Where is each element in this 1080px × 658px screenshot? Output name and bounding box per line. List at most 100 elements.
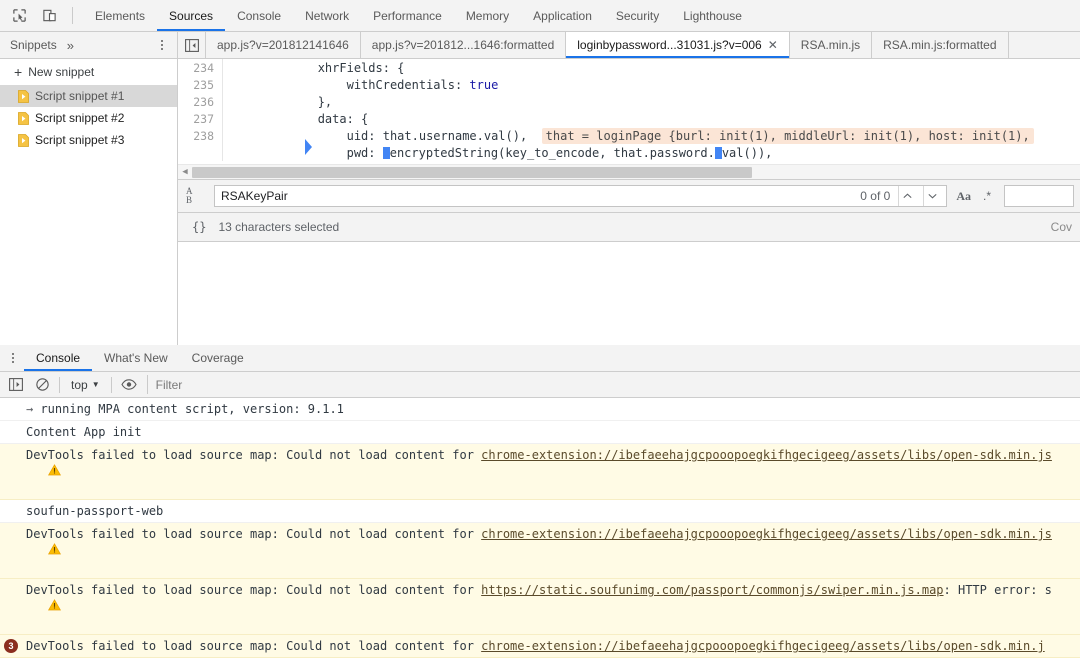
clear-console-icon[interactable]: [30, 374, 54, 396]
sidebar-item-script-snippet-2[interactable]: Script snippet #2: [0, 107, 177, 129]
source-map-link[interactable]: https://static.soufunimg.com/passport/co…: [481, 583, 943, 597]
message-text: DevTools failed to load source map: Coul…: [26, 527, 1052, 541]
main-tab-memory[interactable]: Memory: [454, 0, 521, 31]
devtools-body: Snippets » + New snippet Script snippet …: [0, 32, 1080, 345]
inspect-element-icon[interactable]: [8, 5, 30, 27]
console-message-warning: DevTools failed to load source map: Coul…: [0, 579, 1080, 635]
main-tab-elements[interactable]: Elements: [83, 0, 157, 31]
file-tab-app-js-formatted[interactable]: app.js?v=201812...1646:formatted: [361, 32, 567, 58]
console-message-error: 3 DevTools failed to load source map: Co…: [0, 635, 1080, 658]
navigator-more-options-icon[interactable]: [153, 35, 171, 55]
code-editor[interactable]: 234 xhrFields: { 235 withCredentials: tr…: [178, 59, 1080, 179]
search-input[interactable]: [221, 189, 853, 203]
main-tab-lighthouse[interactable]: Lighthouse: [671, 0, 754, 31]
show-navigator-icon[interactable]: [178, 32, 206, 58]
main-tab-sources[interactable]: Sources: [157, 0, 225, 31]
sources-navigator: Snippets » + New snippet Script snippet …: [0, 32, 178, 345]
drawer-tab-console[interactable]: Console: [24, 345, 92, 371]
main-tab-performance[interactable]: Performance: [361, 0, 454, 31]
snippet-label: Script snippet #3: [35, 133, 125, 147]
message-text: → running MPA content script, version: 9…: [26, 402, 344, 416]
console-message-warning: DevTools failed to load source map: Coul…: [0, 523, 1080, 579]
sidebar-item-script-snippet-1[interactable]: Script snippet #1: [0, 85, 177, 107]
search-next-icon[interactable]: [923, 186, 940, 206]
console-message-log: soufun-passport-web: [0, 500, 1080, 523]
live-expression-eye-icon[interactable]: [117, 374, 141, 396]
more-tabs-chevron-icon[interactable]: »: [67, 38, 74, 53]
drawer-tab-coverage[interactable]: Coverage: [180, 345, 256, 371]
new-snippet-label: New snippet: [28, 65, 95, 79]
line-number: 237: [193, 111, 214, 126]
editor-search-bar: AB 0 of 0 Aa .*: [178, 179, 1080, 213]
console-filter-wrapper[interactable]: [146, 375, 1076, 394]
file-tab-rsa-min-js-formatted[interactable]: RSA.min.js:formatted: [872, 32, 1009, 58]
file-tab-loginbypassword-js[interactable]: loginbypassword...31031.js?v=006 ✕: [566, 32, 790, 58]
message-text: DevTools failed to load source map: Coul…: [26, 583, 1052, 597]
main-tab-console[interactable]: Console: [225, 0, 293, 31]
devtools-controls: [0, 5, 83, 27]
code-text: withCredentials: true: [346, 77, 499, 92]
code-text: data: {: [317, 111, 369, 126]
message-text: Content App init: [26, 425, 142, 439]
close-icon[interactable]: ✕: [768, 38, 778, 52]
regex-toggle[interactable]: .*: [980, 189, 994, 203]
context-label: top: [71, 377, 88, 392]
secondary-input[interactable]: [1004, 185, 1074, 207]
code-line-current: 239 pwd: encryptedString(key_to_encode, …: [178, 144, 1080, 167]
execution-context-selector[interactable]: top ▼: [65, 378, 106, 392]
drawer-tab-whats-new[interactable]: What's New: [92, 345, 180, 371]
search-prev-icon[interactable]: [898, 186, 915, 206]
code-line: 238 uid: that.username.val(), that = log…: [178, 127, 1080, 144]
console-filter-input[interactable]: [155, 377, 1076, 392]
file-tab-rsa-min-js[interactable]: RSA.min.js: [790, 32, 873, 58]
scroll-left-icon[interactable]: ◀: [178, 167, 192, 177]
file-tab-label: app.js?v=201812141646: [217, 38, 349, 52]
message-gutter: [0, 447, 61, 496]
console-message-log: Content App init: [0, 421, 1080, 444]
source-map-link[interactable]: chrome-extension://ibefaeehajgcpooopoegk…: [481, 639, 1045, 653]
code-line: 236 },: [178, 93, 1080, 110]
source-map-link[interactable]: chrome-extension://ibefaeehajgcpooopoegk…: [481, 448, 1052, 462]
javascript-file-icon: [18, 111, 29, 125]
editor-horizontal-scrollbar[interactable]: ◀: [178, 164, 1080, 179]
new-snippet-button[interactable]: + New snippet: [0, 59, 177, 85]
scrollbar-thumb[interactable]: [192, 166, 752, 178]
message-text: DevTools failed to load source map: Coul…: [26, 639, 1045, 653]
message-gutter: [0, 503, 22, 504]
message-gutter: [0, 582, 61, 631]
file-tab-label: RSA.min.js:formatted: [883, 38, 997, 52]
inline-value-hint: that = loginPage {burl: init(1), middleU…: [541, 127, 1034, 144]
message-gutter: 3: [0, 638, 22, 653]
toolbar-divider: [59, 376, 60, 393]
message-gutter: [0, 401, 22, 402]
message-text: DevTools failed to load source map: Coul…: [26, 448, 1052, 462]
console-sidebar-icon[interactable]: [4, 374, 28, 396]
main-tab-network[interactable]: Network: [293, 0, 361, 31]
sidebar-item-script-snippet-3[interactable]: Script snippet #3: [0, 129, 177, 151]
main-tab-security[interactable]: Security: [604, 0, 671, 31]
toolbar-divider: [110, 376, 112, 393]
message-gutter: [0, 424, 22, 425]
editor-status-bar: {} 13 characters selected Cov: [178, 213, 1080, 242]
source-map-link[interactable]: chrome-extension://ibefaeehajgcpooopoegk…: [481, 527, 1052, 541]
error-count-badge: 3: [4, 639, 18, 653]
match-whole-word-icon[interactable]: AB: [186, 187, 208, 205]
selection-status: 13 characters selected: [218, 220, 340, 234]
file-tab-app-js[interactable]: app.js?v=201812141646: [206, 32, 361, 58]
code-text: uid: that.username.val(), that = loginPa…: [223, 127, 1034, 144]
file-tab-label: RSA.min.js: [800, 38, 861, 52]
toolbar-divider: [72, 7, 73, 24]
chevron-down-icon: ▼: [91, 380, 100, 389]
drawer-more-options-icon[interactable]: [2, 347, 24, 369]
console-drawer: Console What's New Coverage top ▼ Filter…: [0, 345, 1080, 658]
main-tab-application[interactable]: Application: [521, 0, 604, 31]
pretty-print-icon[interactable]: {}: [192, 220, 206, 234]
file-tab-bar: app.js?v=201812141646 app.js?v=201812...…: [178, 32, 1080, 59]
javascript-file-icon: [18, 133, 29, 147]
console-toolbar: top ▼: [0, 372, 1080, 398]
match-case-toggle[interactable]: Aa: [953, 189, 974, 204]
search-field-wrapper[interactable]: 0 of 0: [214, 185, 948, 207]
device-toolbar-icon[interactable]: [38, 5, 60, 27]
console-message-warning: DevTools failed to load source map: Coul…: [0, 444, 1080, 500]
text-cursor: [714, 146, 722, 159]
